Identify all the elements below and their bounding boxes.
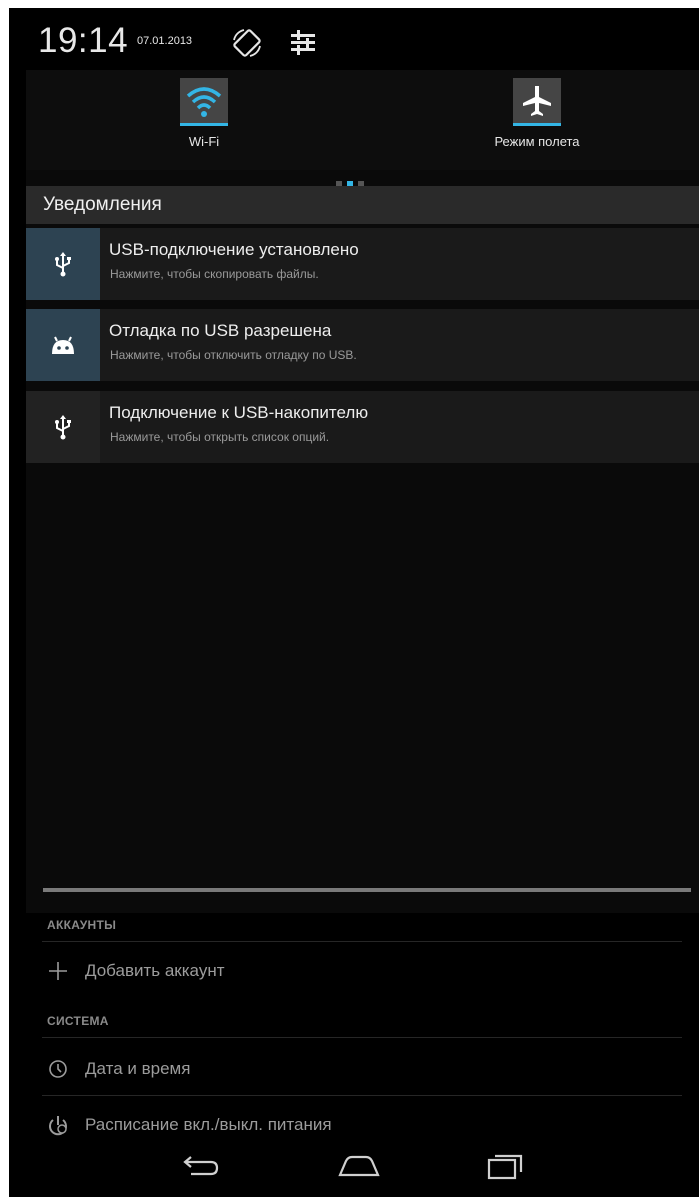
divider (42, 941, 682, 942)
date-time-label: Дата и время (85, 1059, 191, 1078)
add-account-label: Добавить аккаунт (85, 961, 225, 980)
airplane-tile[interactable]: Режим полета (462, 78, 612, 149)
notification-text: Нажмите, чтобы отключить отладку по USB. (110, 348, 357, 362)
airplane-label: Режим полета (494, 134, 580, 149)
power-clock-icon (47, 1114, 69, 1136)
usb-icon (26, 391, 100, 463)
notification-text: Нажмите, чтобы открыть список опций. (110, 430, 330, 444)
notification-shade[interactable]: 19:14 07.01.2013 Wi-Fi Режим полета Увед… (26, 8, 699, 913)
clock-icon (47, 1058, 69, 1080)
clock: 19:14 (38, 21, 129, 60)
power-schedule-label: Расписание вкл./выкл. питания (85, 1115, 332, 1134)
notification-item[interactable]: USB-подключение установлено Нажмите, что… (26, 228, 699, 300)
divider (42, 1095, 682, 1096)
notification-title: Подключение к USB-накопителю (109, 403, 369, 422)
wifi-label: Wi-Fi (188, 134, 220, 149)
quick-settings: Wi-Fi Режим полета (26, 70, 699, 170)
shade-handle[interactable] (43, 888, 691, 892)
notification-text: Нажмите, чтобы скопировать файлы. (110, 267, 319, 281)
date: 07.01.2013 (137, 35, 193, 47)
notification-title: USB-подключение установлено (109, 240, 359, 259)
status-bar: 19:14 07.01.2013 (26, 8, 699, 70)
wifi-icon (180, 78, 228, 126)
date-time-row[interactable]: Дата и время (47, 1058, 190, 1080)
wifi-tile[interactable]: Wi-Fi (129, 78, 279, 149)
accounts-section-header: АККАУНТЫ (47, 918, 117, 932)
settings-sliders-icon[interactable] (289, 28, 317, 61)
rotate-icon[interactable] (230, 26, 264, 65)
airplane-icon (513, 78, 561, 126)
back-icon[interactable] (179, 1151, 223, 1186)
screen: 19:14 07.01.2013 Wi-Fi Режим полета Увед… (9, 8, 699, 1197)
divider (42, 1037, 682, 1038)
usb-icon (26, 228, 100, 300)
plus-icon (47, 960, 69, 982)
android-icon (26, 309, 100, 381)
home-icon[interactable] (336, 1151, 382, 1186)
notification-title: Отладка по USB разрешена (109, 321, 332, 340)
navigation-bar (9, 1137, 699, 1197)
power-schedule-row[interactable]: Расписание вкл./выкл. питания (47, 1114, 332, 1136)
system-section-header: СИСТЕМА (47, 1014, 109, 1028)
notifications-header: Уведомления (26, 186, 699, 224)
add-account-row[interactable]: Добавить аккаунт (47, 960, 225, 982)
notification-item[interactable]: Подключение к USB-накопителю Нажмите, чт… (26, 391, 699, 463)
recents-icon[interactable] (485, 1151, 525, 1186)
notification-item[interactable]: Отладка по USB разрешена Нажмите, чтобы … (26, 309, 699, 381)
